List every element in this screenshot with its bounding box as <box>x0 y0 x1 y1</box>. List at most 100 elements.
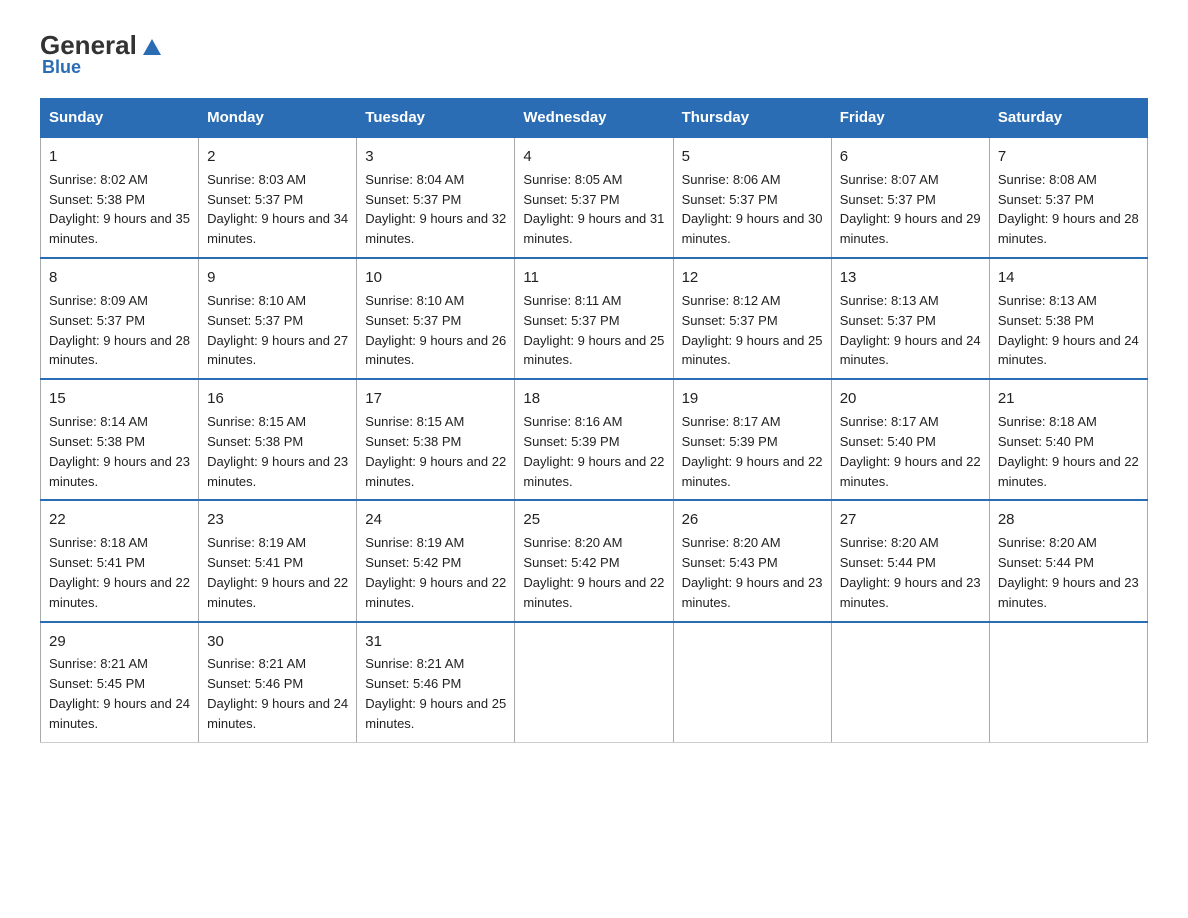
sunrise-info: Sunrise: 8:15 AM <box>207 414 306 429</box>
calendar-cell: 11Sunrise: 8:11 AMSunset: 5:37 PMDayligh… <box>515 258 673 379</box>
day-number: 17 <box>365 388 506 410</box>
sunset-info: Sunset: 5:37 PM <box>207 313 303 328</box>
calendar-cell: 14Sunrise: 8:13 AMSunset: 5:38 PMDayligh… <box>989 258 1147 379</box>
calendar-cell: 6Sunrise: 8:07 AMSunset: 5:37 PMDaylight… <box>831 137 989 258</box>
daylight-info: Daylight: 9 hours and 24 minutes. <box>49 696 190 731</box>
calendar-cell: 1Sunrise: 8:02 AMSunset: 5:38 PMDaylight… <box>41 137 199 258</box>
sunset-info: Sunset: 5:37 PM <box>998 192 1094 207</box>
calendar-cell: 3Sunrise: 8:04 AMSunset: 5:37 PMDaylight… <box>357 137 515 258</box>
daylight-info: Daylight: 9 hours and 23 minutes. <box>207 454 348 489</box>
sunset-info: Sunset: 5:38 PM <box>207 434 303 449</box>
calendar-cell: 7Sunrise: 8:08 AMSunset: 5:37 PMDaylight… <box>989 137 1147 258</box>
sunset-info: Sunset: 5:37 PM <box>207 192 303 207</box>
daylight-info: Daylight: 9 hours and 24 minutes. <box>840 333 981 368</box>
day-number: 1 <box>49 146 190 168</box>
sunset-info: Sunset: 5:37 PM <box>682 313 778 328</box>
calendar-header-thursday: Thursday <box>673 99 831 138</box>
calendar-cell: 5 Sunrise: 8:06 AM Sunset: 5:37 PM Daylight… <box>673 137 831 258</box>
sunset-info: Sunset: 5:39 PM <box>682 434 778 449</box>
sunset-info: Sunset: 5:44 PM <box>998 555 1094 570</box>
calendar-week-row: 8Sunrise: 8:09 AMSunset: 5:37 PMDaylight… <box>41 258 1148 379</box>
day-number: 26 <box>682 509 823 531</box>
logo: General Blue <box>40 30 165 78</box>
day-number: 27 <box>840 509 981 531</box>
day-number: 6 <box>840 146 981 168</box>
sunset-info: Sunset: 5:37 PM <box>682 192 778 207</box>
daylight-info: Daylight: 9 hours and 23 minutes. <box>682 575 823 610</box>
daylight-info: Daylight: 9 hours and 22 minutes. <box>998 454 1139 489</box>
calendar-week-row: 29Sunrise: 8:21 AMSunset: 5:45 PMDayligh… <box>41 622 1148 743</box>
calendar-cell: 25Sunrise: 8:20 AMSunset: 5:42 PMDayligh… <box>515 500 673 621</box>
calendar-header-monday: Monday <box>199 99 357 138</box>
daylight-info: Daylight: 9 hours and 25 minutes. <box>682 333 823 368</box>
sunrise-info: Sunrise: 8:15 AM <box>365 414 464 429</box>
day-number: 31 <box>365 631 506 653</box>
sunset-info: Sunset: 5:39 PM <box>523 434 619 449</box>
daylight-info: Daylight: 9 hours and 22 minutes. <box>523 454 664 489</box>
calendar-cell: 12Sunrise: 8:12 AMSunset: 5:37 PMDayligh… <box>673 258 831 379</box>
daylight-info: Daylight: 9 hours and 23 minutes. <box>840 575 981 610</box>
daylight-info: Daylight: 9 hours and 31 minutes. <box>523 211 664 246</box>
calendar-header-tuesday: Tuesday <box>357 99 515 138</box>
calendar-cell: 24Sunrise: 8:19 AMSunset: 5:42 PMDayligh… <box>357 500 515 621</box>
daylight-info: Daylight: 9 hours and 22 minutes. <box>207 575 348 610</box>
sunrise-info: Sunrise: 8:13 AM <box>998 293 1097 308</box>
daylight-info: Daylight: 9 hours and 35 minutes. <box>49 211 190 246</box>
day-number: 3 <box>365 146 506 168</box>
calendar-cell: 31Sunrise: 8:21 AMSunset: 5:46 PMDayligh… <box>357 622 515 743</box>
sunrise-info: Sunrise: 8:06 AM <box>682 172 781 187</box>
sunrise-info: Sunrise: 8:20 AM <box>998 535 1097 550</box>
daylight-info: Daylight: 9 hours and 28 minutes. <box>49 333 190 368</box>
sunset-info: Sunset: 5:37 PM <box>840 313 936 328</box>
sunrise-info: Sunrise: 8:07 AM <box>840 172 939 187</box>
sunrise-info: Sunrise: 8:13 AM <box>840 293 939 308</box>
daylight-info: Daylight: 9 hours and 29 minutes. <box>840 211 981 246</box>
daylight-info: Daylight: 9 hours and 22 minutes. <box>840 454 981 489</box>
calendar-cell: 20Sunrise: 8:17 AMSunset: 5:40 PMDayligh… <box>831 379 989 500</box>
daylight-info: Daylight: 9 hours and 23 minutes. <box>49 454 190 489</box>
day-number: 2 <box>207 146 348 168</box>
calendar-cell: 28Sunrise: 8:20 AMSunset: 5:44 PMDayligh… <box>989 500 1147 621</box>
calendar-cell: 8Sunrise: 8:09 AMSunset: 5:37 PMDaylight… <box>41 258 199 379</box>
day-number: 4 <box>523 146 664 168</box>
sunrise-info: Sunrise: 8:18 AM <box>49 535 148 550</box>
calendar-week-row: 22Sunrise: 8:18 AMSunset: 5:41 PMDayligh… <box>41 500 1148 621</box>
sunrise-info: Sunrise: 8:20 AM <box>523 535 622 550</box>
day-number: 18 <box>523 388 664 410</box>
calendar-cell: 23Sunrise: 8:19 AMSunset: 5:41 PMDayligh… <box>199 500 357 621</box>
calendar-cell <box>989 622 1147 743</box>
sunrise-info: Sunrise: 8:04 AM <box>365 172 464 187</box>
sunset-info: Sunset: 5:45 PM <box>49 676 145 691</box>
calendar-cell: 16Sunrise: 8:15 AMSunset: 5:38 PMDayligh… <box>199 379 357 500</box>
day-number: 15 <box>49 388 190 410</box>
day-number: 13 <box>840 267 981 289</box>
day-number: 20 <box>840 388 981 410</box>
calendar-cell: 9Sunrise: 8:10 AMSunset: 5:37 PMDaylight… <box>199 258 357 379</box>
calendar-cell: 13 Sunrise: 8:13 AM Sunset: 5:37 PM Dayligh… <box>831 258 989 379</box>
day-number: 24 <box>365 509 506 531</box>
sunrise-info: Sunrise: 8:20 AM <box>682 535 781 550</box>
daylight-info: Daylight: 9 hours and 25 minutes. <box>365 696 506 731</box>
sunset-info: Sunset: 5:42 PM <box>523 555 619 570</box>
calendar-cell: 10Sunrise: 8:10 AMSunset: 5:37 PMDayligh… <box>357 258 515 379</box>
sunset-info: Sunset: 5:38 PM <box>365 434 461 449</box>
sunset-info: Sunset: 5:37 PM <box>365 192 461 207</box>
page-header: General Blue <box>40 30 1148 78</box>
day-number: 5 <box>682 146 823 168</box>
calendar-cell: 21Sunrise: 8:18 AMSunset: 5:40 PMDayligh… <box>989 379 1147 500</box>
day-number: 22 <box>49 509 190 531</box>
day-number: 30 <box>207 631 348 653</box>
daylight-info: Daylight: 9 hours and 26 minutes. <box>365 333 506 368</box>
day-number: 29 <box>49 631 190 653</box>
daylight-info: Daylight: 9 hours and 30 minutes. <box>682 211 823 246</box>
calendar-cell: 15Sunrise: 8:14 AMSunset: 5:38 PMDayligh… <box>41 379 199 500</box>
daylight-info: Daylight: 9 hours and 22 minutes. <box>523 575 664 610</box>
sunrise-info: Sunrise: 8:03 AM <box>207 172 306 187</box>
calendar-cell: 26Sunrise: 8:20 AMSunset: 5:43 PMDayligh… <box>673 500 831 621</box>
sunrise-info: Sunrise: 8:02 AM <box>49 172 148 187</box>
sunrise-info: Sunrise: 8:10 AM <box>207 293 306 308</box>
daylight-info: Daylight: 9 hours and 22 minutes. <box>682 454 823 489</box>
daylight-info: Daylight: 9 hours and 23 minutes. <box>998 575 1139 610</box>
sunrise-info: Sunrise: 8:17 AM <box>682 414 781 429</box>
calendar-cell: 30Sunrise: 8:21 AMSunset: 5:46 PMDayligh… <box>199 622 357 743</box>
